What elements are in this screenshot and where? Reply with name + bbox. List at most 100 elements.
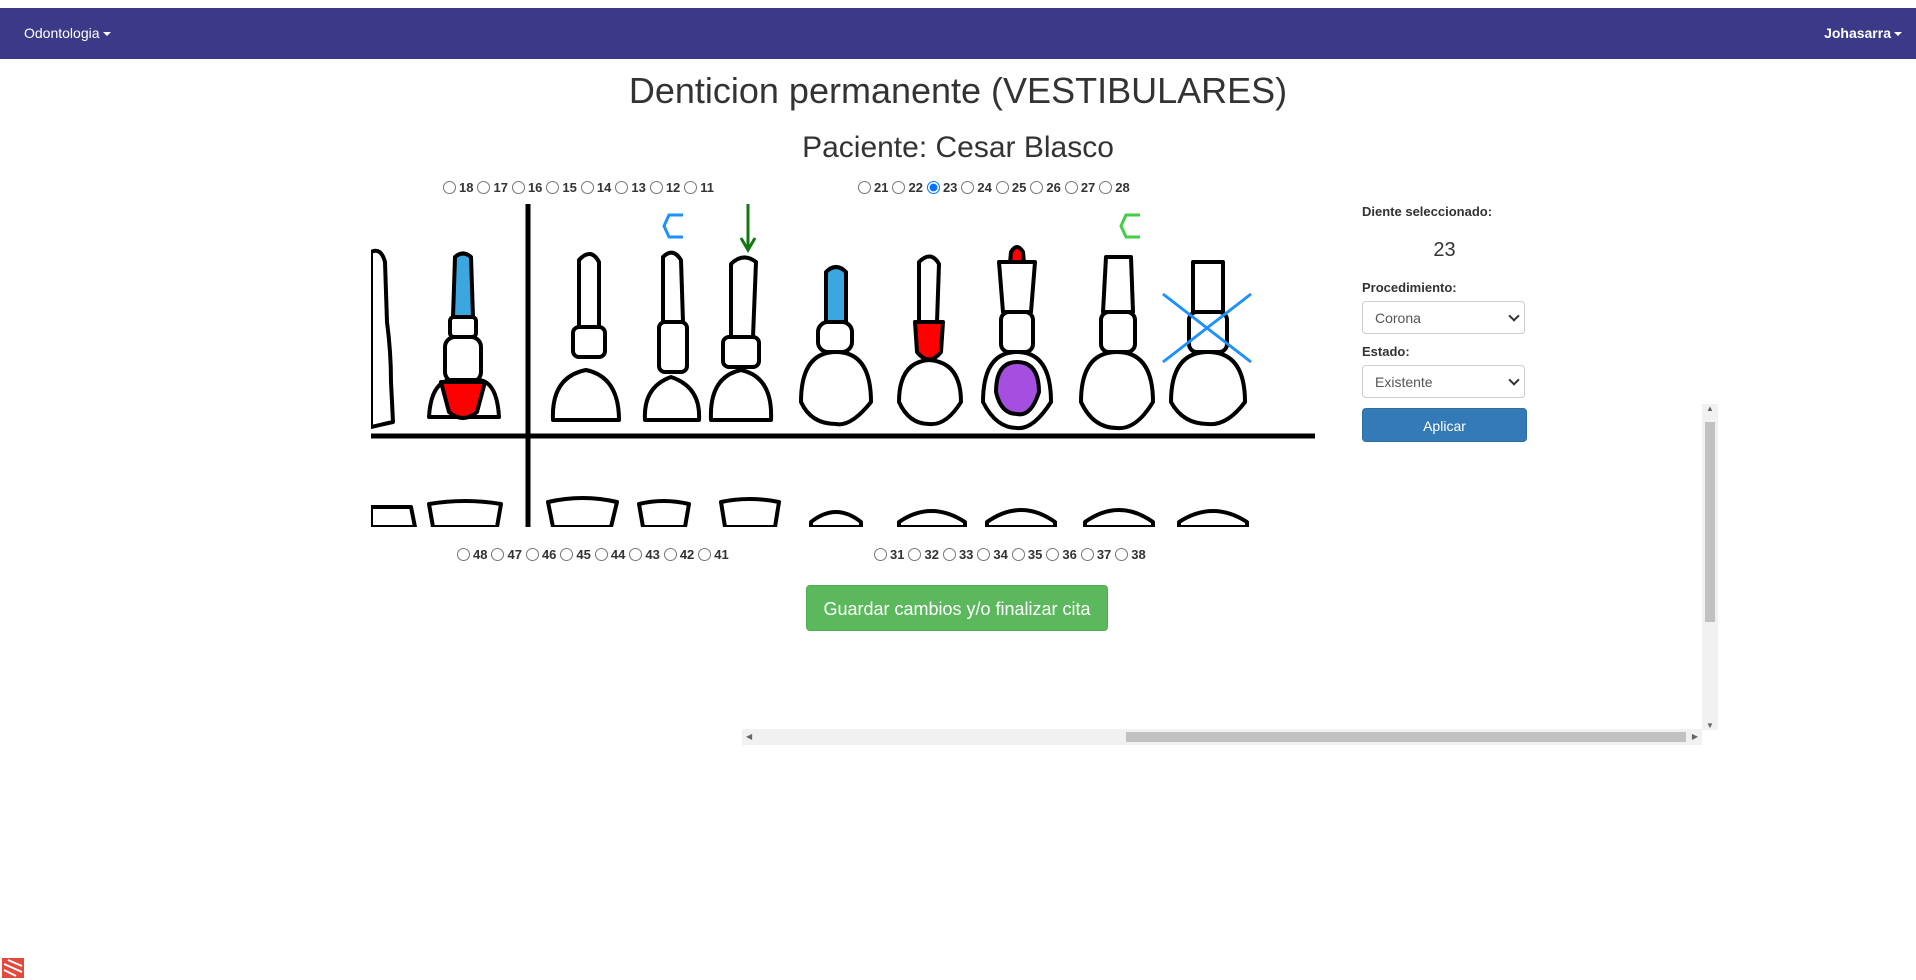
tooth-radio-label: 26 bbox=[1046, 180, 1061, 195]
tooth-radio-input[interactable] bbox=[977, 548, 991, 561]
app-corner-icon[interactable] bbox=[0, 954, 28, 980]
tooth-radio-23[interactable]: 23 bbox=[925, 180, 957, 195]
tooth-radio-15[interactable]: 15 bbox=[544, 180, 577, 195]
tooth-radio-21[interactable]: 21 bbox=[856, 180, 888, 195]
tooth-radio-26[interactable]: 26 bbox=[1028, 180, 1061, 195]
tooth-radio-label: 41 bbox=[714, 547, 729, 562]
tooth-upper-2 bbox=[427, 251, 501, 420]
tooth-radio-12[interactable]: 12 bbox=[648, 180, 680, 195]
tooth-radio-input[interactable] bbox=[908, 548, 922, 561]
horizontal-scrollbar[interactable]: ◀ ▶ bbox=[742, 729, 1702, 745]
scroll-right-icon[interactable]: ▶ bbox=[1692, 732, 1698, 741]
page-title: Denticion permanente (VESTIBULARES) bbox=[628, 70, 1288, 111]
tooth-radio-label: 28 bbox=[1115, 180, 1130, 195]
tooth-radio-35[interactable]: 35 bbox=[1010, 547, 1042, 562]
tooth-radio-13[interactable]: 13 bbox=[613, 180, 646, 195]
tooth-radio-input[interactable] bbox=[926, 181, 940, 194]
tooth-radio-input[interactable] bbox=[874, 548, 887, 561]
save-and-finish-button[interactable]: Guardar cambios y/o finalizar cita bbox=[806, 585, 1108, 631]
navbar: Odontologia Johasarra bbox=[0, 8, 1916, 59]
tooth-radio-label: 24 bbox=[977, 180, 992, 195]
tooth-radio-41[interactable]: 41 bbox=[696, 547, 729, 562]
tooth-radio-input[interactable] bbox=[1115, 548, 1129, 561]
scroll-left-icon[interactable]: ◀ bbox=[746, 732, 752, 741]
tooth-radio-input[interactable] bbox=[525, 548, 539, 561]
tooth-radio-input[interactable] bbox=[698, 548, 712, 561]
tooth-radio-input[interactable] bbox=[684, 181, 698, 194]
tooth-radio-input[interactable] bbox=[560, 548, 574, 561]
tooth-upper-9 bbox=[1079, 255, 1155, 431]
tooth-radio-input[interactable] bbox=[858, 181, 871, 194]
procedure-select[interactable]: Corona bbox=[1362, 301, 1525, 334]
tooth-radio-label: 37 bbox=[1096, 547, 1112, 562]
tooth-radio-18[interactable]: 18 bbox=[441, 180, 473, 195]
status-select[interactable]: Existente bbox=[1362, 365, 1525, 398]
horizontal-scroll-thumb[interactable] bbox=[1126, 732, 1686, 742]
tooth-radio-input[interactable] bbox=[942, 548, 956, 561]
scroll-down-icon[interactable]: ▼ bbox=[1706, 721, 1714, 730]
tooth-radio-input[interactable] bbox=[594, 548, 608, 561]
scroll-up-icon[interactable]: ▲ bbox=[1706, 404, 1714, 413]
tooth-radio-input[interactable] bbox=[1080, 548, 1094, 561]
tooth-radio-input[interactable] bbox=[491, 548, 505, 561]
tooth-radio-42[interactable]: 42 bbox=[662, 547, 694, 562]
tooth-radio-label: 31 bbox=[890, 547, 905, 562]
vertical-scroll-thumb[interactable] bbox=[1705, 422, 1715, 622]
tooth-radio-32[interactable]: 32 bbox=[906, 547, 939, 562]
status-label: Estado: bbox=[1362, 344, 1410, 359]
nav-brand-dropdown[interactable]: Odontologia bbox=[24, 25, 111, 41]
tooth-radio-44[interactable]: 44 bbox=[593, 547, 625, 562]
tooth-radio-28[interactable]: 28 bbox=[1097, 180, 1130, 195]
tooth-upper-8 bbox=[981, 245, 1053, 431]
tooth-radio-17[interactable]: 17 bbox=[475, 180, 508, 195]
tooth-radio-46[interactable]: 46 bbox=[524, 547, 556, 562]
tooth-upper-4 bbox=[642, 250, 702, 422]
tooth-radio-input[interactable] bbox=[546, 181, 560, 194]
tooth-radio-label: 46 bbox=[541, 547, 557, 562]
tooth-radio-input[interactable] bbox=[663, 548, 677, 561]
tooth-radio-38[interactable]: 38 bbox=[1113, 547, 1146, 562]
tooth-radio-24[interactable]: 24 bbox=[959, 180, 992, 195]
tooth-radio-16[interactable]: 16 bbox=[510, 180, 542, 195]
tooth-radio-33[interactable]: 33 bbox=[941, 547, 973, 562]
tooth-radio-input[interactable] bbox=[629, 548, 643, 561]
procedure-label: Procedimiento: bbox=[1362, 280, 1457, 295]
tooth-radio-input[interactable] bbox=[580, 181, 594, 194]
tooth-radio-34[interactable]: 34 bbox=[975, 547, 1008, 562]
tooth-radio-48[interactable]: 48 bbox=[455, 547, 487, 562]
nav-user-dropdown[interactable]: Johasarra bbox=[1824, 25, 1902, 41]
tooth-radio-input[interactable] bbox=[892, 181, 906, 194]
tooth-radio-input[interactable] bbox=[477, 181, 491, 194]
odontogram-image bbox=[371, 204, 1315, 527]
tooth-radio-43[interactable]: 43 bbox=[627, 547, 660, 562]
tooth-radio-22[interactable]: 22 bbox=[890, 180, 923, 195]
tooth-radio-14[interactable]: 14 bbox=[579, 180, 611, 195]
tooth-radio-input[interactable] bbox=[443, 181, 456, 194]
tooth-radio-45[interactable]: 45 bbox=[558, 547, 591, 562]
tooth-radio-input[interactable] bbox=[615, 181, 629, 194]
tooth-radio-input[interactable] bbox=[1064, 181, 1078, 194]
tooth-radio-input[interactable] bbox=[1011, 548, 1025, 561]
tooth-radio-input[interactable] bbox=[961, 181, 975, 194]
apply-button[interactable]: Aplicar bbox=[1362, 408, 1527, 442]
tooth-radio-11[interactable]: 11 bbox=[682, 180, 714, 195]
tooth-radio-input[interactable] bbox=[649, 181, 663, 194]
vertical-scrollbar[interactable]: ▲ ▼ bbox=[1702, 404, 1718, 730]
tooth-procedure-panel: Diente seleccionado: 23 Procedimiento: C… bbox=[1362, 204, 1527, 442]
tooth-radio-input[interactable] bbox=[1099, 181, 1113, 194]
lower-right-tooth-selector: 48 47 46 45 44 43 42 41 bbox=[455, 547, 731, 562]
tooth-radio-input[interactable] bbox=[995, 181, 1009, 194]
tooth-radio-input[interactable] bbox=[1030, 181, 1044, 194]
tooth-radio-25[interactable]: 25 bbox=[994, 180, 1026, 195]
tooth-radio-37[interactable]: 37 bbox=[1079, 547, 1111, 562]
tooth-radio-36[interactable]: 36 bbox=[1044, 547, 1077, 562]
tooth-radio-27[interactable]: 27 bbox=[1063, 180, 1095, 195]
tooth-radio-47[interactable]: 47 bbox=[489, 547, 522, 562]
tooth-radio-input[interactable] bbox=[457, 548, 470, 561]
tooth-radio-31[interactable]: 31 bbox=[872, 547, 904, 562]
tooth-upper-partial bbox=[371, 248, 395, 429]
tooth-radio-input[interactable] bbox=[511, 181, 525, 194]
blue-crown-mark-icon bbox=[662, 213, 683, 239]
odontogram-viewport[interactable]: ▲ ▼ ◀ ▶ bbox=[371, 202, 1718, 745]
tooth-radio-input[interactable] bbox=[1046, 548, 1060, 561]
